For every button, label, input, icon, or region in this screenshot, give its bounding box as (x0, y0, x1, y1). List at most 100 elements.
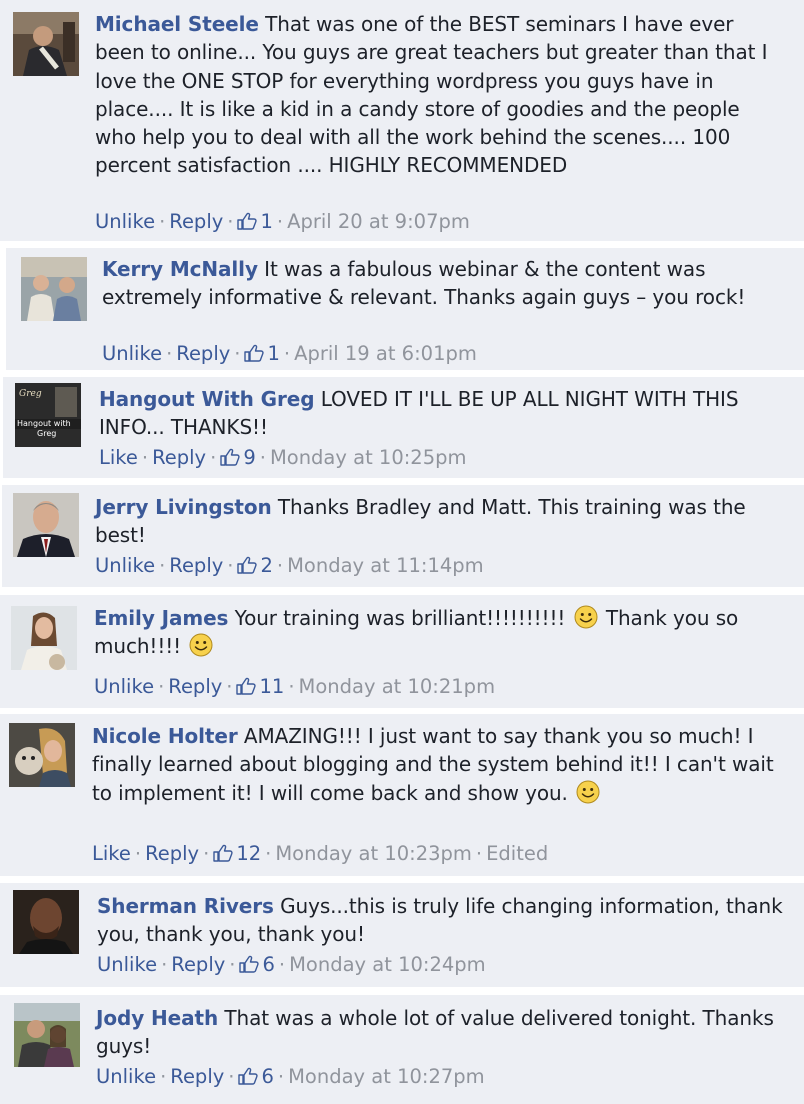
avatar[interactable] (21, 257, 87, 321)
reply-link[interactable]: Reply (170, 1065, 224, 1088)
avatar-image (13, 493, 79, 557)
comment-actions: Like · Reply · 9 · Monday at 10:25pm (99, 445, 466, 471)
comment-actions: Unlike · Reply · 6 · Monday at 10:27pm (96, 1064, 485, 1090)
comment-emily-james: Emily James Your training was brilliant!… (0, 595, 804, 708)
like-count[interactable]: 6 (239, 953, 275, 976)
avatar[interactable] (9, 723, 75, 787)
like-count[interactable]: 11 (236, 675, 284, 698)
comment-actions: Like · Reply · 12 · Monday at 10:23pm · Edited (92, 841, 548, 867)
timestamp[interactable]: Monday at 11:14pm (287, 554, 484, 577)
separator: · (159, 554, 166, 577)
comment-text: Your training was brilliant!!!!!!!!!! (234, 606, 566, 630)
reply-link[interactable]: Reply (176, 342, 230, 365)
like-count[interactable]: 9 (220, 446, 256, 469)
avatar[interactable] (13, 493, 79, 557)
like-count[interactable]: 12 (213, 842, 261, 865)
comment-body: Michael Steele That was one of the BEST … (95, 10, 785, 180)
author-name[interactable]: Hangout With Greg (99, 387, 315, 411)
comment-text: That was one of the BEST seminars I have… (95, 12, 768, 178)
author-name[interactable]: Jerry Livingston (95, 495, 272, 519)
comment-body: Hangout With Greg LOVED IT I'LL BE UP AL… (99, 385, 789, 442)
timestamp[interactable]: Monday at 10:24pm (289, 953, 486, 976)
timestamp[interactable]: Monday at 10:23pm (275, 842, 472, 865)
unlike-link[interactable]: Unlike (102, 342, 162, 365)
avatar[interactable] (13, 12, 79, 76)
comment-michael-steele: Michael Steele That was one of the BEST … (0, 0, 804, 241)
reply-link[interactable]: Reply (171, 953, 225, 976)
avatar-caption: Greg (19, 389, 42, 399)
separator: · (276, 210, 284, 233)
avatar[interactable] (14, 1003, 80, 1067)
comment-actions: Unlike · Reply · 11 · Monday at 10:21pm (94, 674, 495, 700)
separator: · (277, 1065, 285, 1088)
timestamp[interactable]: Monday at 10:21pm (299, 675, 496, 698)
thumbs-up-icon (237, 556, 257, 574)
avatar-image (13, 12, 79, 76)
comment-jerry-livingston: Jerry Livingston Thanks Bradley and Matt… (2, 485, 804, 587)
author-name[interactable]: Kerry McNally (102, 257, 258, 281)
separator: · (227, 210, 234, 233)
comment-hangout-with-greg: Greg Hangout with Greg Hangout With Greg… (3, 377, 804, 478)
comment-actions: Unlike · Reply · 2 · Monday at 11:14pm (95, 553, 484, 579)
separator: · (210, 446, 217, 469)
smiley-icon (574, 605, 598, 629)
timestamp[interactable]: April 20 at 9:07pm (287, 210, 470, 233)
unlike-link[interactable]: Unlike (97, 953, 157, 976)
unlike-link[interactable]: Unlike (95, 554, 155, 577)
separator: · (227, 554, 234, 577)
thumbs-up-icon (213, 844, 233, 862)
avatar[interactable] (13, 890, 79, 954)
reply-link[interactable]: Reply (169, 554, 223, 577)
like-count[interactable]: 6 (238, 1065, 274, 1088)
comment-body: Jody Heath That was a whole lot of value… (96, 1004, 786, 1061)
comment-body: Nicole Holter AMAZING!!! I just want to … (92, 722, 782, 807)
author-name[interactable]: Sherman Rivers (97, 894, 274, 918)
avatar[interactable] (11, 606, 77, 670)
like-count-value: 6 (261, 1065, 274, 1088)
author-name[interactable]: Jody Heath (96, 1006, 218, 1030)
comment-body: Jerry Livingston Thanks Bradley and Matt… (95, 493, 785, 550)
unlike-link[interactable]: Unlike (94, 675, 154, 698)
unlike-link[interactable]: Unlike (96, 1065, 156, 1088)
like-count-value: 12 (236, 842, 262, 865)
separator: · (259, 446, 266, 469)
separator: · (234, 342, 241, 365)
thumbs-up-icon (237, 212, 257, 230)
reply-link[interactable]: Reply (145, 842, 199, 865)
timestamp[interactable]: April 19 at 6:01pm (294, 342, 477, 365)
avatar[interactable]: Greg Hangout with Greg (15, 383, 81, 447)
like-count[interactable]: 2 (237, 554, 273, 577)
avatar-caption: Greg (37, 429, 57, 438)
timestamp[interactable]: Monday at 10:25pm (270, 446, 467, 469)
avatar-caption: Hangout with (17, 419, 71, 428)
like-count-value: 11 (259, 675, 285, 698)
like-link[interactable]: Like (92, 842, 131, 865)
comment-body: Emily James Your training was brilliant!… (94, 604, 784, 661)
like-count[interactable]: 1 (237, 210, 273, 233)
author-name[interactable]: Michael Steele (95, 12, 259, 36)
comment-body: Sherman Rivers Guys...this is truly life… (97, 892, 787, 949)
comment-sherman-rivers: Sherman Rivers Guys...this is truly life… (0, 883, 804, 987)
like-count-value: 1 (267, 342, 280, 365)
comment-actions: Unlike · Reply · 6 · Monday at 10:24pm (97, 952, 486, 978)
comment-actions: Unlike · Reply · 1 · April 19 at 6:01pm (102, 341, 477, 367)
reply-link[interactable]: Reply (168, 675, 222, 698)
separator: · (229, 953, 236, 976)
comment-kerry-mcnally: Kerry McNally It was a fabulous webinar … (6, 248, 804, 370)
like-count[interactable]: 1 (244, 342, 280, 365)
reply-link[interactable]: Reply (152, 446, 206, 469)
unlike-link[interactable]: Unlike (95, 210, 155, 233)
author-name[interactable]: Emily James (94, 606, 228, 630)
thumbs-up-icon (244, 344, 264, 362)
separator: · (283, 342, 291, 365)
like-link[interactable]: Like (99, 446, 138, 469)
separator: · (158, 675, 165, 698)
like-count-value: 1 (260, 210, 273, 233)
edited-link[interactable]: Edited (486, 842, 548, 865)
author-name[interactable]: Nicole Holter (92, 724, 238, 748)
like-count-value: 9 (243, 446, 256, 469)
separator: · (166, 342, 173, 365)
separator: · (226, 675, 233, 698)
reply-link[interactable]: Reply (169, 210, 223, 233)
timestamp[interactable]: Monday at 10:27pm (288, 1065, 485, 1088)
